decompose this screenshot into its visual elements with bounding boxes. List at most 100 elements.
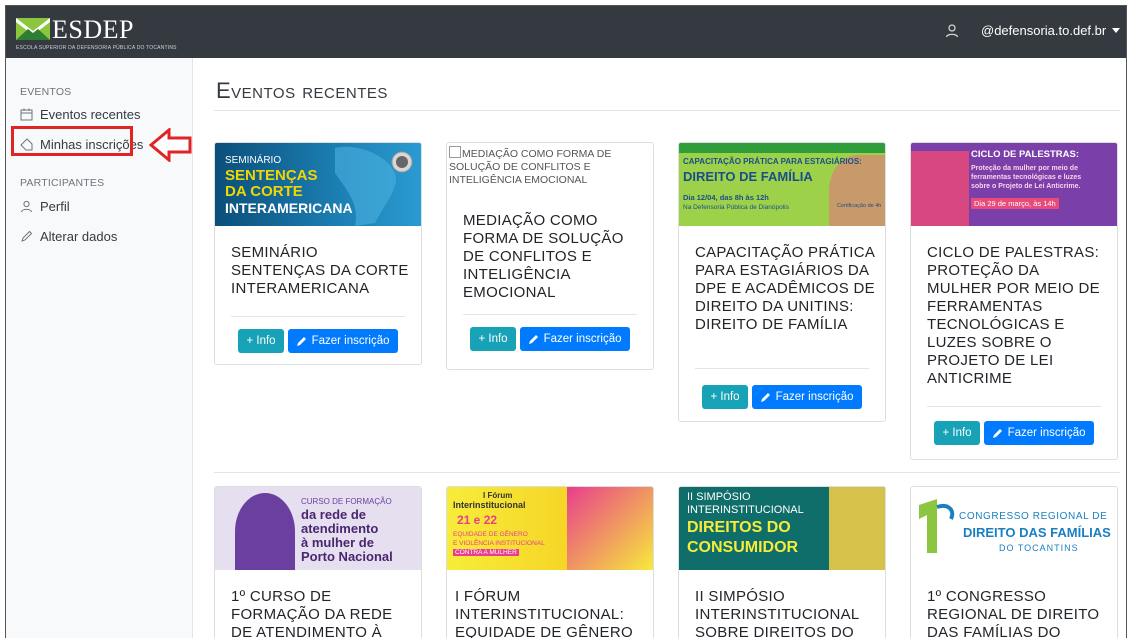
- banner-graphic: [829, 487, 885, 570]
- banner-text: 21 e 22: [457, 513, 498, 527]
- banner-text: CONTRA A MULHER: [453, 549, 519, 556]
- banner-text: I Fórum: [483, 491, 513, 500]
- banner-text: E VIOLÊNCIA INSTITUCIONAL: [453, 540, 545, 547]
- banner-text: à mulher de: [301, 535, 374, 550]
- card-title: CICLO DE PALESTRAS: PROTEÇÃO DA MULHER P…: [927, 244, 1100, 387]
- banner-text: sobre o Projeto de Lei Anticrime.: [971, 183, 1081, 190]
- card-title: SEMINÁRIO SENTENÇAS DA CORTE INTERAMERIC…: [231, 244, 409, 297]
- sidebar-item-label: Perfil: [40, 199, 70, 214]
- event-card: SEMINÁRIO SENTENÇAS DA CORTE INTERAMERIC…: [214, 142, 422, 365]
- card-title: 1º CURSO DE FORMAÇÃO DA REDE DE ATENDIME…: [231, 588, 393, 638]
- arrow-left-icon: [149, 128, 192, 162]
- subscribe-button[interactable]: Fazer inscrição: [287, 329, 398, 353]
- sidebar-section-participants: PARTICIPANTES: [20, 177, 105, 189]
- subscribe-label: Fazer inscrição: [311, 335, 390, 347]
- banner-text: Interinstitucional: [453, 500, 526, 510]
- app-window: ESDEP ESCOLA SUPERIOR DA DEFENSORIA PÚBL…: [5, 5, 1127, 638]
- banner-text: DA CORTE: [225, 183, 303, 200]
- banner-text: Na Defensoria Pública de Dianópolis: [683, 204, 789, 211]
- pencil-icon: [21, 230, 33, 242]
- event-card: CURSO DE FORMAÇÃO da rede de atendimento…: [214, 486, 422, 638]
- event-card: CAPACITAÇÃO PRÁTICA PARA ESTAGIÁRIOS: DI…: [678, 142, 886, 422]
- banner-graphic: [235, 493, 295, 570]
- subscribe-label: Fazer inscrição: [775, 391, 854, 403]
- pencil-icon: [296, 336, 306, 346]
- highlight-box: [11, 126, 133, 156]
- banner-text: CONSUMIDOR: [687, 539, 799, 556]
- event-banner-image[interactable]: II SIMPÓSIO INTERINSTITUCIONAL DIREITOS …: [679, 487, 885, 570]
- sidebar-section-events: EVENTOS: [20, 86, 72, 98]
- divider: [231, 316, 405, 317]
- brand-name: ESDEP: [52, 15, 134, 44]
- banner-text: DO TOCANTINS: [999, 543, 1079, 553]
- logo-mark-icon: [16, 18, 50, 40]
- banner-text: II SIMPÓSIO: [687, 491, 751, 503]
- banner-text: ferramentas tecnológicas e luzes: [971, 174, 1082, 181]
- banner-text: CURSO DE FORMAÇÃO: [301, 497, 392, 506]
- info-button[interactable]: + Info: [470, 327, 516, 351]
- user-icon[interactable]: [944, 23, 960, 39]
- event-banner-image[interactable]: CURSO DE FORMAÇÃO da rede de atendimento…: [215, 487, 421, 570]
- congress-logo-icon: [919, 499, 955, 553]
- card-title: I FÓRUM INTERINSTITUCIONAL: EQUIDADE DE …: [455, 588, 633, 638]
- seal-icon: [391, 151, 413, 173]
- user-icon: [21, 200, 32, 213]
- subscribe-button[interactable]: Fazer inscrição: [983, 421, 1094, 445]
- divider: [927, 406, 1101, 407]
- subscribe-button[interactable]: Fazer inscrição: [751, 385, 862, 409]
- pencil-icon: [992, 428, 1002, 438]
- banner-text: INTERINSTITUCIONAL: [687, 504, 804, 516]
- sidebar-item-recent-events[interactable]: Eventos recentes: [20, 107, 140, 122]
- banner-text: Dia 12/04, das 8h às 12h: [683, 193, 769, 202]
- brand-subtitle: ESCOLA SUPERIOR DA DEFENSORIA PÚBLICA DO…: [16, 45, 177, 51]
- chevron-down-icon: [1112, 28, 1121, 33]
- banner-text: DIREITO DAS FAMÍLIAS: [963, 525, 1111, 540]
- event-card: I Fórum Interinstitucional 21 e 22 EQUID…: [446, 486, 654, 638]
- card-actions: + Info Fazer inscrição: [911, 421, 1117, 445]
- event-banner-image[interactable]: I Fórum Interinstitucional 21 e 22 EQUID…: [447, 487, 653, 570]
- divider: [214, 110, 1120, 111]
- divider: [214, 472, 1120, 473]
- event-card: MEDIAÇÃO COMO FORMA DE SOLUÇÃO DE CONFLI…: [446, 142, 654, 370]
- event-banner-image[interactable]: CICLO DE PALESTRAS: Proteção da mulher p…: [911, 143, 1117, 226]
- calendar-icon: [20, 108, 33, 121]
- subscribe-button[interactable]: Fazer inscrição: [519, 327, 630, 351]
- banner-photo: [911, 151, 969, 226]
- user-menu-dropdown[interactable]: @defensoria.to.def.br: [981, 23, 1121, 38]
- sidebar-item-profile[interactable]: Perfil: [20, 199, 70, 214]
- user-email: @defensoria.to.def.br: [981, 23, 1107, 38]
- sidebar-item-label: Alterar dados: [40, 229, 118, 244]
- banner-text: CAPACITAÇÃO PRÁTICA PARA ESTAGIÁRIOS:: [683, 157, 862, 166]
- banner-text: da rede de: [301, 507, 367, 522]
- event-banner-image[interactable]: CONGRESSO REGIONAL DE DIREITO DAS FAMÍLI…: [911, 487, 1117, 570]
- banner-text: SEMINÁRIO: [225, 155, 282, 166]
- event-card: CONGRESSO REGIONAL DE DIREITO DAS FAMÍLI…: [910, 486, 1118, 638]
- banner-strip: [679, 143, 885, 153]
- event-card: CICLO DE PALESTRAS: Proteção da mulher p…: [910, 142, 1118, 460]
- banner-text: Porto Nacional: [301, 549, 393, 564]
- event-banner-image[interactable]: SEMINÁRIO SENTENÇAS DA CORTE INTERAMERIC…: [215, 143, 421, 226]
- broken-image[interactable]: MEDIAÇÃO COMO FORMA DE SOLUÇÃO DE CONFLI…: [447, 143, 653, 196]
- banner-text: INTERAMERICANA: [225, 200, 353, 216]
- info-button[interactable]: + Info: [238, 329, 284, 353]
- event-card: II SIMPÓSIO INTERINSTITUCIONAL DIREITOS …: [678, 486, 886, 638]
- banner-text: atendimento: [301, 521, 379, 536]
- divider: [695, 368, 869, 369]
- info-button[interactable]: + Info: [702, 385, 748, 409]
- card-actions: + Info Fazer inscrição: [447, 327, 653, 351]
- info-button[interactable]: + Info: [934, 421, 980, 445]
- subscribe-label: Fazer inscrição: [543, 333, 622, 345]
- pencil-icon: [528, 334, 538, 344]
- sidebar-item-label: Eventos recentes: [40, 107, 141, 122]
- banner-text: SENTENÇAS: [225, 167, 318, 184]
- subscribe-label: Fazer inscrição: [1007, 427, 1086, 439]
- esdep-logo[interactable]: ESDEP ESCOLA SUPERIOR DA DEFENSORIA PÚBL…: [16, 15, 177, 52]
- card-actions: + Info Fazer inscrição: [215, 329, 421, 353]
- card-title: 1º CONGRESSO REGIONAL DE DIREITO DAS FAM…: [927, 588, 1100, 638]
- top-navbar: ESDEP ESCOLA SUPERIOR DA DEFENSORIA PÚBL…: [6, 6, 1126, 58]
- card-title: CAPACITAÇÃO PRÁTICA PARA ESTAGIÁRIOS DA …: [695, 244, 875, 333]
- banner-text: Dia 29 de março, às 14h: [971, 198, 1059, 209]
- banner-text: Certificação de 4h: [837, 203, 882, 209]
- event-banner-image[interactable]: CAPACITAÇÃO PRÁTICA PARA ESTAGIÁRIOS: DI…: [679, 143, 885, 226]
- sidebar-item-change-data[interactable]: Alterar dados: [20, 229, 117, 244]
